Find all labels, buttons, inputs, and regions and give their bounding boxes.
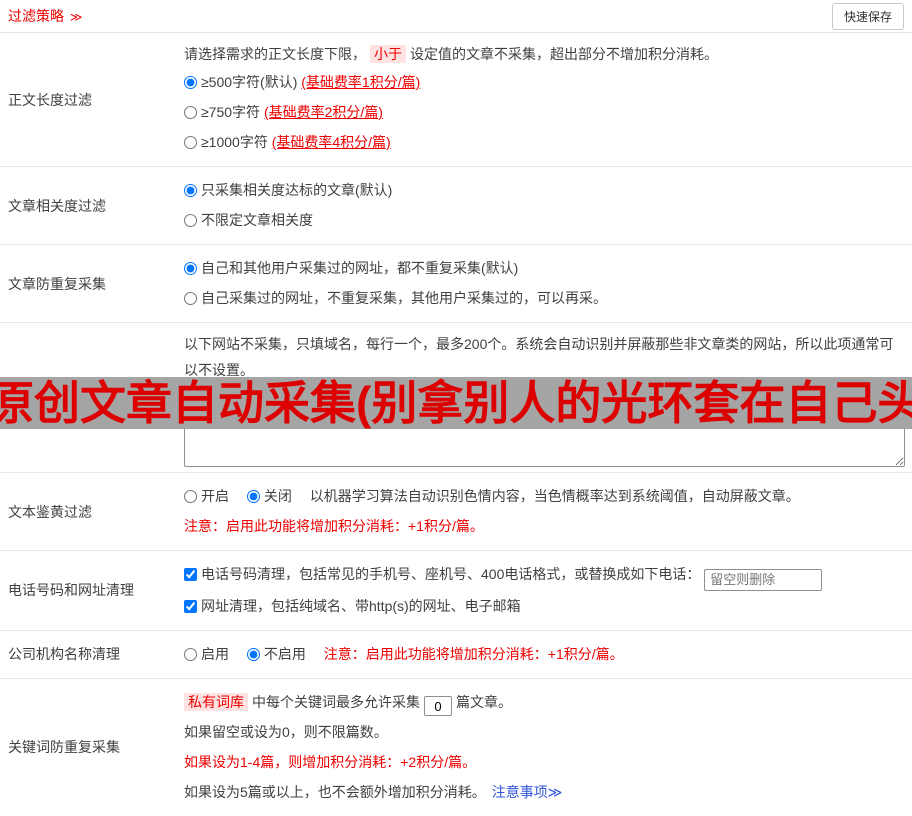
row-label-porn: 文本鉴黄过滤 (8, 503, 92, 520)
url-clean-label: 网址清理，包括纯域名、带http(s)的网址、电子邮箱 (201, 597, 521, 614)
porn-desc: 以机器学习算法自动识别色情内容，当色情概率达到系统阈值，自动屏蔽文章。 (309, 488, 800, 504)
relevance-any-radio[interactable] (184, 214, 197, 227)
row-content-keyword-dedup: 私有词库中每个关键词最多允许采集 篇文章。 如果留空或设为0，则不限篇数。 如果设… (178, 679, 912, 816)
dedup-option-self[interactable]: 自己采集过的网址，不重复采集，其他用户采集过的，可以再采。 (184, 283, 905, 313)
phone-clean-label: 电话号码清理，包括常见的手机号、座机号、400电话格式，或替换成如下电话： (201, 566, 701, 582)
phone-clean-checkbox[interactable] (184, 568, 197, 581)
length-1000-fee-link[interactable]: (基础费率4积分/篇) (272, 134, 391, 150)
replacement-phone-input[interactable] (704, 568, 823, 591)
notice-link[interactable]: 注意事项≫ (492, 784, 563, 800)
intro-suffix: 设定值的文章不采集，超出部分不增加积分消耗。 (410, 46, 718, 62)
url-clean-option[interactable]: 网址清理，包括纯域名、带http(s)的网址、电子邮箱 (184, 598, 521, 614)
blacklist-intro: 以下网站不采集，只填域名，每行一个，最多200个。系统会自动识别并屏蔽那些非文章… (184, 336, 894, 378)
row-site-blacklist: 以下网站不采集，只填域名，每行一个，最多200个。系统会自动识别并屏蔽那些非文章… (0, 323, 912, 473)
porn-off-label: 关闭 (263, 488, 292, 504)
dedup-option-global[interactable]: 自己和其他用户采集过的网址，都不重复采集(默认) (184, 253, 905, 283)
keyword-note-unlimited: 如果留空或设为0，则不限篇数。 (184, 723, 388, 740)
private-lexicon-tag: 私有词库 (184, 692, 248, 711)
row-label-company-clean: 公司机构名称清理 (8, 646, 120, 662)
relevance-strict-label: 只采集相关度达标的文章(默认) (201, 182, 393, 198)
row-label-body-length: 正文长度过滤 (8, 91, 92, 108)
phone-clean-line: 电话号码清理，包括常见的手机号、座机号、400电话格式，或替换成如下电话： (184, 559, 905, 591)
length-1000-label: ≥1000字符 (201, 134, 272, 150)
row-content-blacklist: 以下网站不采集，只填域名，每行一个，最多200个。系统会自动识别并屏蔽那些非文章… (178, 323, 912, 472)
porn-off-radio[interactable] (246, 490, 260, 503)
length-750-label: ≥750字符 (201, 104, 264, 120)
intro-prefix: 请选择需求的正文长度下限， (184, 46, 366, 62)
keyword-limit-line: 私有词库中每个关键词最多允许采集 篇文章。 (184, 687, 905, 717)
row-label-phone-clean: 电话号码和网址清理 (8, 582, 134, 599)
porn-note: 注意：启用此功能将增加积分消耗：+1积分/篇。 (184, 518, 484, 534)
length-option-1000[interactable]: ≥1000字符 (基础费率4积分/篇) (184, 127, 905, 157)
blacklist-textarea[interactable] (184, 389, 905, 467)
porn-options-line: 开启 关闭 以机器学习算法自动识别色情内容，当色情概率达到系统阈值，自动屏蔽文章… (184, 481, 905, 511)
dedup-global-label: 自己和其他用户采集过的网址，都不重复采集(默认) (201, 260, 519, 276)
dedup-global-radio[interactable] (184, 262, 197, 275)
relevance-option-any[interactable]: 不限定文章相关度 (184, 205, 905, 235)
row-keyword-dedup: 关键词防重复采集 私有词库中每个关键词最多允许采集 篇文章。 如果留空或设为0，则… (0, 679, 912, 816)
body-length-intro: 请选择需求的正文长度下限， 小于 设定值的文章不采集，超出部分不增加积分消耗。 (184, 41, 905, 67)
porn-on-radio[interactable] (184, 490, 197, 503)
quick-save-button[interactable]: 快速保存 (831, 2, 904, 30)
phone-clean-option[interactable]: 电话号码清理，包括常见的手机号、座机号、400电话格式，或替换成如下电话： (184, 566, 704, 582)
row-relevance-filter: 文章相关度过滤 只采集相关度达标的文章(默认) 不限定文章相关度 (0, 167, 912, 245)
length-500-radio[interactable] (184, 76, 197, 89)
keyword-note-free-line: 如果设为5篇或以上，也不会额外增加积分消耗。 注意事项≫ (184, 777, 905, 807)
row-dedup-collect: 文章防重复采集 自己和其他用户采集过的网址，都不重复采集(默认) 自己采集过的网… (0, 245, 912, 323)
length-750-fee-link[interactable]: (基础费率2积分/篇) (264, 104, 383, 120)
keyword-limit-input[interactable] (424, 696, 452, 716)
company-off-label: 不启用 (263, 645, 306, 662)
porn-option-on[interactable]: 开启 (184, 488, 233, 504)
keyword-limit-mid: 中每个关键词最多允许采集 (252, 693, 420, 710)
double-chevron-icon[interactable]: ≫ (70, 10, 83, 24)
row-phone-url-clean: 电话号码和网址清理 电话号码清理，包括常见的手机号、座机号、400电话格式，或替… (0, 551, 912, 631)
url-clean-line: 网址清理，包括纯域名、带http(s)的网址、电子邮箱 (184, 591, 905, 621)
row-body-length-filter: 正文长度过滤 请选择需求的正文长度下限， 小于 设定值的文章不采集，超出部分不增加积… (0, 33, 912, 167)
top-bar: 过滤策略 ≫ 快速保存 (0, 0, 912, 33)
row-content-porn: 开启 关闭 以机器学习算法自动识别色情内容，当色情概率达到系统阈值，自动屏蔽文章… (178, 473, 912, 550)
porn-on-label: 开启 (201, 488, 229, 504)
row-content-phone-clean: 电话号码清理，包括常见的手机号、座机号、400电话格式，或替换成如下电话： 网址… (178, 551, 912, 630)
company-off-radio[interactable] (246, 647, 260, 661)
keyword-note-cost: 如果设为1-4篇，则增加积分消耗：+2积分/篇。 (184, 753, 477, 770)
row-content-body-length: 请选择需求的正文长度下限， 小于 设定值的文章不采集，超出部分不增加积分消耗。 ≥5… (178, 33, 912, 166)
less-than-tag: 小于 (370, 45, 406, 63)
keyword-note-free: 如果设为5篇或以上，也不会额外增加积分消耗。 (184, 783, 486, 800)
row-company-clean: 公司机构名称清理 启用 不启用 注意：启用此功能将增加积分消耗：+1积分/篇。 (0, 631, 912, 679)
length-500-fee-link[interactable]: (基础费率1积分/篇) (301, 74, 420, 90)
company-on-radio[interactable] (184, 647, 197, 661)
row-porn-filter: 文本鉴黄过滤 开启 关闭 以机器学习算法自动识别色情内容，当色情概率达到系统阈值… (0, 473, 912, 551)
row-label-relevance: 文章相关度过滤 (8, 197, 106, 214)
length-500-label: ≥500字符(默认) (201, 74, 302, 90)
row-label-keyword-dedup: 关键词防重复采集 (8, 739, 120, 755)
relevance-strict-radio[interactable] (184, 184, 197, 197)
dedup-self-label: 自己采集过的网址，不重复采集，其他用户采集过的，可以再采。 (201, 290, 607, 306)
length-option-750[interactable]: ≥750字符 (基础费率2积分/篇) (184, 97, 905, 127)
company-note: 注意：启用此功能将增加积分消耗：+1积分/篇。 (323, 645, 624, 662)
length-1000-radio[interactable] (184, 136, 197, 149)
company-option-off[interactable]: 不启用 (246, 645, 310, 662)
porn-option-off[interactable]: 关闭 (246, 488, 296, 504)
filter-strategy-page: 过滤策略 ≫ 快速保存 正文长度过滤 请选择需求的正文长度下限， 小于 设定值的文章… (0, 0, 912, 816)
company-options-line: 启用 不启用 注意：启用此功能将增加积分消耗：+1积分/篇。 (184, 639, 905, 669)
row-content-relevance: 只采集相关度达标的文章(默认) 不限定文章相关度 (178, 167, 912, 244)
page-title: 过滤策略 ≫ (8, 6, 82, 26)
company-option-on[interactable]: 启用 (184, 646, 233, 662)
relevance-option-strict[interactable]: 只采集相关度达标的文章(默认) (184, 175, 905, 205)
length-750-radio[interactable] (184, 106, 197, 119)
url-clean-checkbox[interactable] (184, 599, 197, 613)
dedup-self-radio[interactable] (184, 292, 197, 305)
relevance-any-label: 不限定文章相关度 (201, 212, 313, 228)
row-label-blacklist (0, 323, 178, 472)
keyword-limit-suffix: 篇文章。 (456, 693, 512, 710)
row-label-dedup: 文章防重复采集 (8, 275, 106, 292)
page-title-text: 过滤策略 (8, 8, 64, 24)
company-on-label: 启用 (201, 645, 229, 662)
row-content-dedup: 自己和其他用户采集过的网址，都不重复采集(默认) 自己采集过的网址，不重复采集，… (178, 245, 912, 322)
row-content-company-clean: 启用 不启用 注意：启用此功能将增加积分消耗：+1积分/篇。 (178, 631, 912, 678)
length-option-500[interactable]: ≥500字符(默认) (基础费率1积分/篇) (184, 67, 905, 97)
